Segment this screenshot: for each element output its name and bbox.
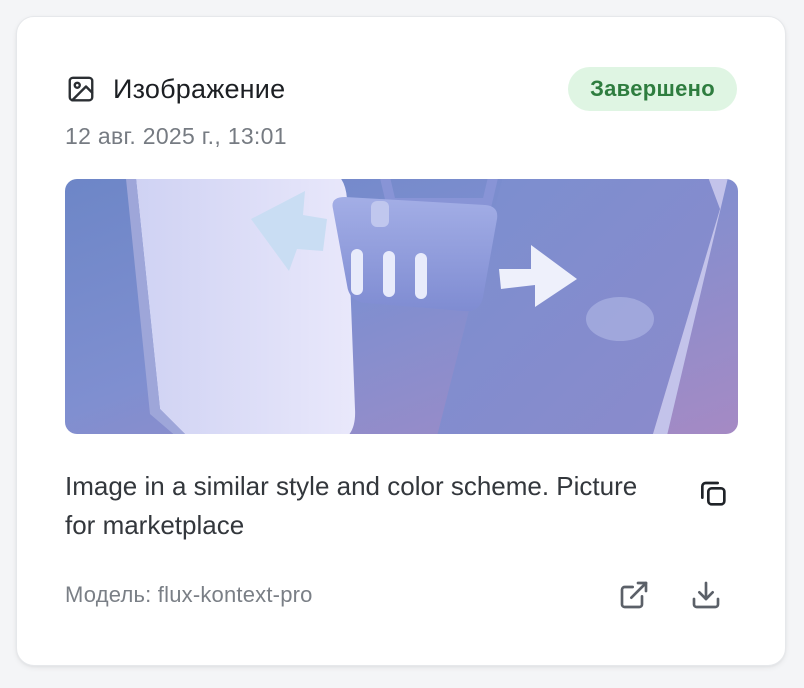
external-link-icon [620, 581, 648, 609]
generation-card: Изображение Завершено 12 авг. 2025 г., 1… [16, 16, 786, 666]
card-footer: Модель: flux-kontext-pro [65, 573, 737, 617]
card-title: Изображение [113, 73, 286, 104]
image-icon [65, 73, 97, 105]
download-button[interactable] [683, 572, 729, 618]
download-icon [692, 581, 720, 609]
title-group: Изображение [65, 73, 285, 105]
open-in-new-button[interactable] [611, 572, 657, 618]
status-badge: Завершено [568, 67, 737, 111]
model-label: Модель: flux-kontext-pro [65, 582, 313, 607]
copy-button[interactable] [691, 473, 735, 517]
action-group [611, 572, 729, 618]
copy-icon [697, 477, 729, 514]
card-header: Изображение Завершено [65, 67, 737, 111]
generated-image[interactable] [65, 179, 738, 434]
prompt-text: Image in a similar style and color schem… [65, 471, 638, 540]
timestamp: 12 авг. 2025 г., 13:01 [65, 123, 287, 149]
